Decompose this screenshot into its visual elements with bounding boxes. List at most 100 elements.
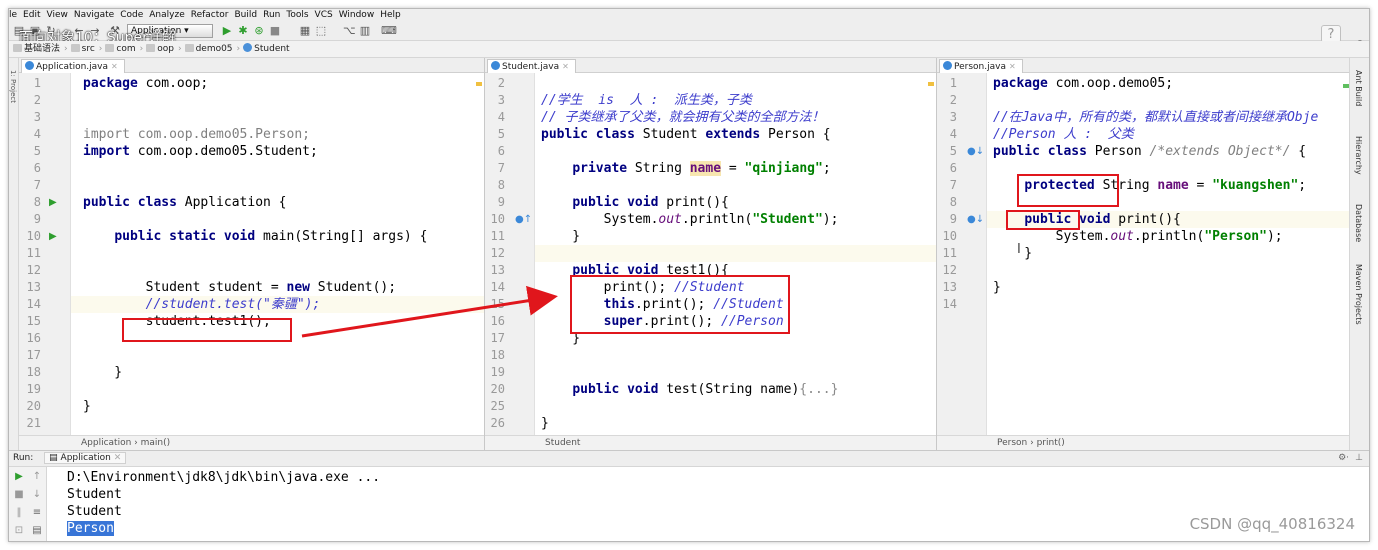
vcs-icon[interactable]: ⌥	[343, 25, 356, 37]
up-icon[interactable]: ↑	[31, 471, 43, 483]
editor-breadcrumb: Student	[485, 435, 936, 450]
editor-breadcrumb-item[interactable]: Student	[545, 438, 580, 448]
current-line-highlight	[535, 245, 936, 262]
soft-wrap-icon[interactable]: ≡	[31, 507, 43, 519]
structure-icon[interactable]: ▥	[359, 25, 371, 37]
code-area[interactable]: //学生 is 人 : 派生类，子类// 子类继承了父类，就会拥有父类的全部方法…	[535, 73, 936, 435]
code-line[interactable]: //学生 is 人 : 派生类，子类	[541, 92, 752, 109]
code-line[interactable]: }	[993, 245, 1032, 262]
down-icon[interactable]: ↓	[31, 489, 43, 501]
code-line[interactable]: public static void main(String[] args) {	[83, 228, 427, 245]
code-line[interactable]: System.out.println("Person");	[993, 228, 1283, 245]
menu-item-help[interactable]: Help	[380, 10, 401, 20]
coverage-icon[interactable]: ⊛	[253, 25, 265, 37]
console-line[interactable]: Student	[67, 486, 122, 503]
close-icon[interactable]: ✕	[111, 62, 118, 71]
breadcrumb-item[interactable]: 基础语法	[11, 41, 63, 58]
stop-icon[interactable]: ■	[13, 489, 25, 501]
tab-student-java[interactable]: Student.java ✕	[487, 59, 576, 73]
breadcrumb-item[interactable]: Student	[241, 41, 292, 58]
close-icon[interactable]: ✕	[114, 453, 122, 463]
code-line[interactable]: package com.oop.demo05;	[993, 75, 1173, 92]
code-line[interactable]: //student.test("秦疆");	[83, 296, 321, 313]
run-gutter-icon[interactable]: ▶	[49, 194, 57, 211]
debug-icon[interactable]: ✱	[237, 25, 249, 37]
menu-item-le[interactable]: le	[9, 10, 17, 20]
console-line[interactable]: Student	[67, 503, 122, 520]
tab-application-java[interactable]: Application.java ✕	[21, 59, 125, 73]
dump-icon[interactable]: ⊡	[13, 525, 25, 537]
menu-item-code[interactable]: Code	[120, 10, 143, 20]
line-number: 9	[949, 212, 957, 226]
code-line[interactable]: }	[541, 228, 580, 245]
line-number: 4	[497, 110, 505, 124]
terminal-icon[interactable]: ⌨	[381, 25, 397, 37]
tab-person-java[interactable]: Person.java ✕	[939, 59, 1023, 73]
code-line[interactable]: System.out.println("Student");	[541, 211, 839, 228]
code-line[interactable]: public class Application {	[83, 194, 287, 211]
editor-breadcrumb-item[interactable]: main()	[141, 438, 171, 448]
menu-item-analyze[interactable]: Analyze	[149, 10, 184, 20]
pause-icon[interactable]: ‖	[13, 507, 25, 519]
code-line[interactable]: }	[541, 415, 549, 432]
menu-item-vcs[interactable]: VCS	[315, 10, 333, 20]
menu-item-edit[interactable]: Edit	[23, 10, 40, 20]
stop-icon[interactable]: ■	[269, 25, 281, 37]
code-line[interactable]: public void print(){	[541, 194, 729, 211]
run-icon[interactable]: ▶	[221, 25, 233, 37]
close-icon[interactable]: ✕	[562, 62, 569, 71]
project-structure-icon[interactable]: ▦	[299, 25, 311, 37]
code-line[interactable]: public void test(String name){...}	[541, 381, 838, 398]
run-tab[interactable]: ▤ Application ✕	[44, 452, 127, 464]
editor-breadcrumb-item[interactable]: Person	[997, 438, 1027, 448]
editor-breadcrumb-item[interactable]: print()	[1037, 438, 1065, 448]
code-area[interactable]: package com.oop.demo05; //在Java中，所有的类，都默认…	[987, 73, 1351, 435]
editor-breadcrumb-item[interactable]: Application	[81, 438, 131, 448]
menu-item-build[interactable]: Build	[235, 10, 258, 20]
line-gutter: 1 2 3 4 5 6 7 8 9 10 11 12 13 14 15 16 17 18 19 20 21 ▶ ▶	[19, 73, 71, 435]
menu-item-window[interactable]: Window	[339, 10, 375, 20]
maven-projects-tab[interactable]: Maven Projects	[1354, 264, 1363, 325]
project-tool-tab[interactable]: 1: Project	[9, 70, 17, 103]
code-line[interactable]: }	[993, 279, 1001, 296]
menu-item-view[interactable]: View	[46, 10, 67, 20]
scrollbar-marker[interactable]	[476, 82, 482, 86]
menu-item-tools[interactable]: Tools	[286, 10, 308, 20]
hierarchy-tab[interactable]: Hierarchy	[1354, 136, 1363, 175]
settings-icon[interactable]: ⚙·	[1338, 451, 1349, 466]
code-line[interactable]: import com.oop.demo05.Person;	[83, 126, 310, 143]
database-tab[interactable]: Database	[1354, 204, 1363, 242]
scrollbar-marker[interactable]	[928, 82, 934, 86]
code-line[interactable]: public class Student extends Person {	[541, 126, 831, 143]
rerun-icon[interactable]: ▶	[13, 471, 25, 483]
hide-icon[interactable]: ⊥	[1355, 451, 1363, 466]
override-gutter-icon[interactable]: ●↑	[515, 211, 532, 228]
breadcrumb-item[interactable]: demo05	[183, 41, 236, 58]
code-line[interactable]: }	[83, 364, 122, 381]
code-line[interactable]: //Person 人 : 父类	[993, 126, 1134, 143]
code-line[interactable]: import com.oop.demo05.Student;	[83, 143, 318, 160]
console-line[interactable]: Person	[67, 520, 114, 537]
breadcrumb-item[interactable]: src	[69, 41, 98, 58]
code-line[interactable]: //在Java中，所有的类，都默认直接或者间接继承Obje	[993, 109, 1318, 126]
ant-build-tab[interactable]: Ant Build	[1354, 70, 1363, 106]
implemented-gutter-icon[interactable]: ●↓	[967, 143, 984, 160]
close-icon[interactable]: ✕	[1009, 62, 1016, 71]
code-area[interactable]: package com.oop; import com.oop.demo05.Pe…	[71, 73, 484, 435]
menu-item-refactor[interactable]: Refactor	[191, 10, 229, 20]
run-gutter-icon[interactable]: ▶	[49, 228, 57, 245]
code-line[interactable]: package com.oop;	[83, 75, 208, 92]
breadcrumb-item[interactable]: oop	[144, 41, 177, 58]
implemented-gutter-icon[interactable]: ●↓	[967, 211, 984, 228]
code-line[interactable]: public class Person /*extends Object*/ {	[993, 143, 1306, 160]
sdk-icon[interactable]: ⬚	[315, 25, 327, 37]
code-line[interactable]: private String name = "qinjiang";	[541, 160, 831, 177]
menu-item-navigate[interactable]: Navigate	[74, 10, 114, 20]
code-line[interactable]: Student student = new Student();	[83, 279, 396, 296]
console-line[interactable]: D:\Environment\jdk8\jdk\bin\java.exe ...	[67, 469, 380, 486]
code-line[interactable]: // 子类继承了父类，就会拥有父类的全部方法！	[541, 109, 824, 126]
print-icon[interactable]: ▤	[31, 525, 43, 537]
menu-item-run[interactable]: Run	[263, 10, 280, 20]
breadcrumb-item[interactable]: com	[103, 41, 138, 58]
code-line[interactable]: }	[83, 398, 91, 415]
